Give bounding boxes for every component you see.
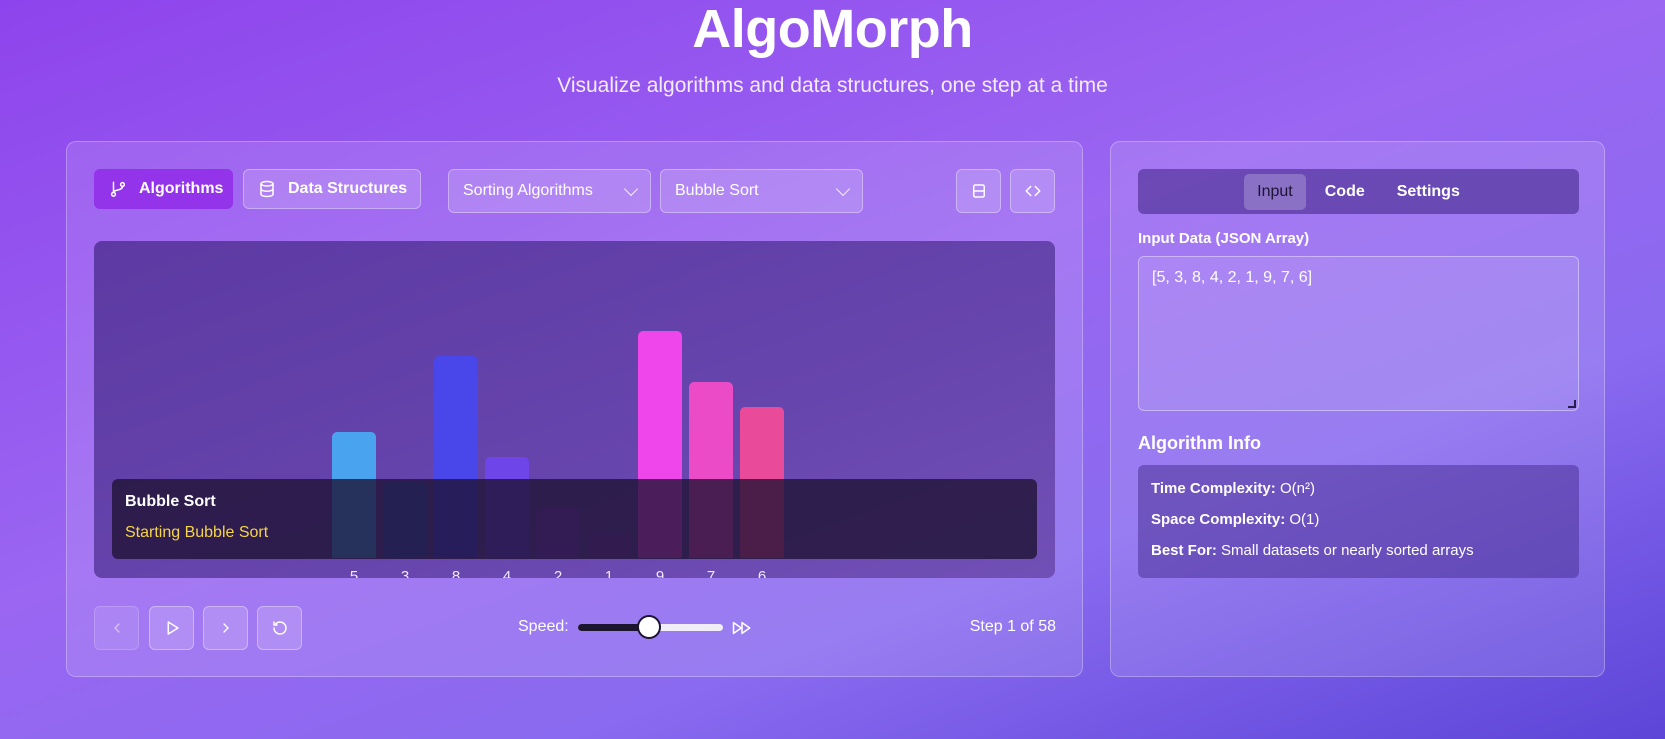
status-message: Starting Bubble Sort [125,524,269,541]
info-time-complexity: Time Complexity: O(n²) [1151,480,1566,511]
reset-icon [272,621,287,635]
status-overlay: Bubble Sort Starting Bubble Sort [112,479,1037,559]
info-value: O(n²) [1279,480,1315,497]
git-branch-icon [110,181,126,197]
category-select[interactable]: Sorting Algorithms [448,169,651,213]
info-value: Small datasets or nearly sorted arrays [1221,542,1474,559]
resize-handle-icon[interactable] [1568,400,1576,408]
code-view-button[interactable] [1010,169,1055,213]
info-key: Best For: [1151,542,1217,559]
array-bar-label: 3 [400,568,410,578]
reset-button[interactable] [257,606,302,650]
side-panel: Input Code Settings Input Data (JSON Arr… [1110,141,1605,677]
step-counter: Step 1 of 58 [969,618,1056,635]
array-bar-label: 5 [349,568,359,578]
array-bar-label: 7 [706,568,716,578]
tab-input[interactable]: Input [1244,173,1306,210]
info-space-complexity: Space Complexity: O(1) [1151,511,1566,542]
app-subtitle: Visualize algorithms and data structures… [557,74,1108,97]
algorithms-button[interactable]: Algorithms [94,169,233,209]
algorithm-info-box: Time Complexity: O(n²) Space Complexity:… [1138,465,1579,578]
visualizer-panel: Algorithms Data Structures Sorting Algor… [66,141,1083,677]
tab-code[interactable]: Code [1312,174,1378,210]
input-data-value: [5, 3, 8, 4, 2, 1, 9, 7, 6] [1152,269,1313,286]
category-select-value: Sorting Algorithms [463,182,593,199]
chevron-right-icon [222,623,229,633]
array-bar-label: 6 [757,568,767,578]
algorithm-select-value: Bubble Sort [675,182,759,199]
side-tabs: Input Code Settings [1138,169,1579,214]
array-bar-label: 2 [553,568,563,578]
previous-step-button[interactable] [94,606,139,650]
algorithms-button-label: Algorithms [139,180,224,197]
array-bar-label: 8 [451,568,461,578]
info-key: Time Complexity: [1151,480,1276,497]
speed-slider-thumb[interactable] [637,615,662,639]
code-brackets-icon [1025,185,1040,197]
data-structures-button[interactable]: Data Structures [243,169,421,209]
info-value: O(1) [1289,511,1320,528]
tab-settings[interactable]: Settings [1384,174,1473,210]
input-data-label: Input Data (JSON Array) [1138,230,1310,247]
chevron-down-icon [835,181,851,196]
input-data-textarea[interactable]: [5, 3, 8, 4, 2, 1, 9, 7, 6] [1138,256,1579,411]
data-structures-button-label: Data Structures [288,180,408,197]
array-bar-label: 4 [502,568,512,578]
array-bar-label: 1 [604,568,614,578]
chevron-down-icon [623,181,639,196]
layout-toggle-button[interactable] [956,169,1001,213]
database-icon [260,180,274,198]
speed-slider[interactable] [578,615,723,639]
chevron-left-icon [113,623,120,633]
algorithm-select[interactable]: Bubble Sort [660,169,863,213]
array-bar-label: 9 [655,568,665,578]
array-visualization: Bubble Sort Starting Bubble Sort 5 3 8 4 2 1 9… [94,241,1055,578]
split-view-icon [972,184,985,198]
info-key: Space Complexity: [1151,511,1286,528]
next-step-button[interactable] [203,606,248,650]
play-icon [167,621,179,635]
fast-forward-icon [732,620,752,641]
info-best-for: Best For: Small datasets or nearly sorte… [1151,542,1566,573]
speed-label: Speed: [518,618,569,635]
algorithm-info-heading: Algorithm Info [1138,433,1261,453]
app-title: AlgoMorph [692,0,973,59]
play-button[interactable] [149,606,194,650]
status-title: Bubble Sort [125,493,216,510]
